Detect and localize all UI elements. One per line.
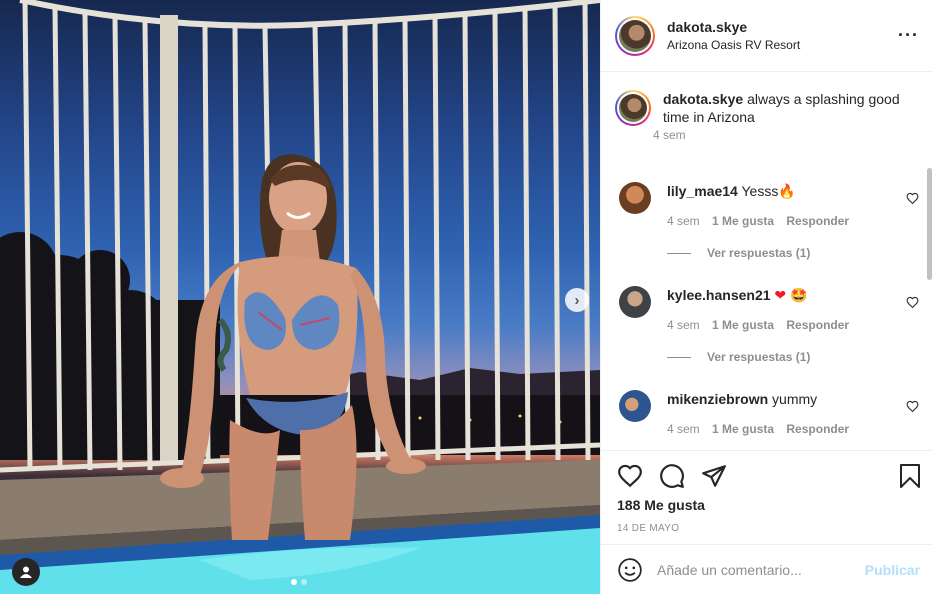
commenter-avatar[interactable] xyxy=(619,286,651,318)
comment-likes[interactable]: 1 Me gusta xyxy=(712,214,774,228)
like-comment-heart-icon[interactable] xyxy=(906,296,919,309)
comment-text: Yesss xyxy=(741,183,779,199)
caption-username[interactable]: dakota.skye xyxy=(663,91,743,107)
comment-time[interactable]: 4 sem xyxy=(667,422,700,436)
more-horizontal-icon: ··· xyxy=(898,25,919,45)
caption-author-avatar[interactable] xyxy=(615,90,651,126)
comment-username[interactable]: lily_mae14 xyxy=(667,183,738,199)
likes-count[interactable]: 188 Me gusta xyxy=(617,497,705,513)
comment-text: yummy xyxy=(772,391,818,407)
publish-button[interactable]: Publicar xyxy=(865,562,920,578)
comment-composer: Añade un comentario... Publicar xyxy=(601,544,933,594)
author-username[interactable]: dakota.skye xyxy=(667,19,800,35)
carousel-dot xyxy=(301,579,307,585)
view-replies-label: Ver respuestas (1) xyxy=(707,350,811,364)
comment-likes[interactable]: 1 Me gusta xyxy=(712,422,774,436)
save-bookmark-icon[interactable] xyxy=(898,463,922,489)
like-comment-heart-icon[interactable] xyxy=(906,400,919,413)
comment-input[interactable]: Añade un comentario... xyxy=(657,562,857,578)
reply-button[interactable]: Responder xyxy=(786,422,849,436)
fire-emoji: 🔥 xyxy=(778,183,796,199)
pool-night-scene xyxy=(0,0,600,594)
comment-meta: 4 sem 1 Me gusta Responder xyxy=(667,214,858,228)
post-actions: 188 Me gusta 14 DE MAYO xyxy=(601,450,933,544)
comment-bubble-icon[interactable] xyxy=(659,463,685,489)
view-replies-label: Ver respuestas (1) xyxy=(707,246,811,260)
user-icon xyxy=(20,566,32,578)
comment-time[interactable]: 4 sem xyxy=(667,214,700,228)
author-avatar[interactable] xyxy=(615,15,655,56)
comments-scrollbar[interactable] xyxy=(927,168,932,280)
post-header: dakota.skye Arizona Oasis RV Resort ··· xyxy=(601,0,933,72)
view-replies-button[interactable]: Ver respuestas (1) xyxy=(667,246,810,260)
caption-timestamp[interactable]: 4 sem xyxy=(653,128,686,142)
chevron-right-icon: › xyxy=(574,291,580,309)
carousel-indicator xyxy=(291,579,307,585)
carousel-next-button[interactable]: › xyxy=(565,288,589,312)
heart-eyes-emoji: ❤ 🤩 xyxy=(774,287,808,303)
comment-time[interactable]: 4 sem xyxy=(667,318,700,332)
reply-button[interactable]: Responder xyxy=(786,214,849,228)
comment-meta: 4 sem 1 Me gusta Responder xyxy=(667,318,858,332)
comment-username[interactable]: mikenziebrown xyxy=(667,391,768,407)
comment-likes[interactable]: 1 Me gusta xyxy=(712,318,774,332)
emoji-smiley-icon[interactable] xyxy=(617,557,643,583)
comment-username[interactable]: kylee.hansen21 xyxy=(667,287,771,303)
comments-list[interactable]: dakota.skye always a splashing good time… xyxy=(601,72,933,450)
post-date[interactable]: 14 DE MAYO xyxy=(617,523,679,534)
post-side-panel: dakota.skye Arizona Oasis RV Resort ··· … xyxy=(600,0,933,594)
carousel-dot-active xyxy=(291,579,297,585)
like-heart-icon[interactable] xyxy=(617,463,643,489)
tagged-user-button[interactable] xyxy=(12,558,40,586)
share-paper-plane-icon[interactable] xyxy=(701,463,727,489)
post-location[interactable]: Arizona Oasis RV Resort xyxy=(667,38,800,52)
more-options-button[interactable]: ··· xyxy=(898,26,919,44)
reply-button[interactable]: Responder xyxy=(786,318,849,332)
comment-meta: 4 sem 1 Me gusta Responder xyxy=(667,422,858,436)
commenter-avatar[interactable] xyxy=(619,182,651,214)
post-photo[interactable]: › xyxy=(0,0,600,594)
post-caption: dakota.skye always a splashing good time… xyxy=(615,90,915,126)
like-comment-heart-icon[interactable] xyxy=(906,192,919,205)
view-replies-button[interactable]: Ver respuestas (1) xyxy=(667,350,810,364)
commenter-avatar[interactable] xyxy=(619,390,651,422)
